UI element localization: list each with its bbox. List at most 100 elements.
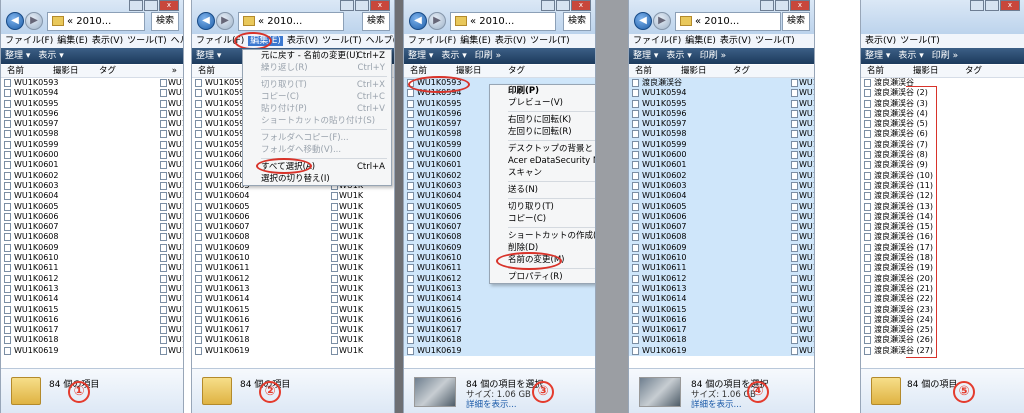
file-row[interactable]: WU1K0598 [629,129,814,140]
minimize-button[interactable] [340,0,354,11]
file-row[interactable]: WU1K0604 [1,191,183,201]
file-row[interactable]: WU1K0603 [1,181,183,191]
address-bar[interactable]: « 2010... [450,12,556,31]
file-row[interactable]: WU1K0608 [1,232,183,242]
file-row[interactable]: WU1K0614 [192,294,394,304]
organize-button[interactable]: 整理 ▾ [633,51,658,61]
column-date[interactable]: 撮影日 [456,65,482,77]
close-button[interactable]: x [571,0,591,11]
partial-file-row[interactable]: WU1K [157,253,183,263]
file-row[interactable]: WU1K0595 [1,99,183,109]
partial-file-row[interactable]: WU1K [157,284,183,294]
file-row[interactable]: 渡良瀬渓谷 (7) [861,140,1024,150]
partial-file-row[interactable]: WU1K [788,242,814,254]
file-row[interactable]: 渡良瀬渓谷 (5) [861,119,1024,129]
back-arrow-icon[interactable]: ◀ [634,12,652,30]
close-button[interactable]: x [159,0,179,11]
file-row[interactable]: WU1K0613 [629,283,814,295]
partial-file-row[interactable]: WU1K [788,201,814,212]
partial-file-row[interactable]: WU1K [788,232,814,243]
menu-tools[interactable]: ツール(T) [900,36,940,46]
file-row[interactable]: 渡良瀬渓谷 (15) [861,222,1024,232]
partial-file-row[interactable]: WU1K [157,88,183,98]
file-row[interactable]: WU1K0602 [629,170,814,181]
partial-file-row[interactable]: WU1K [157,243,183,253]
minimize-button[interactable] [129,0,143,11]
context-menu-item[interactable]: ショートカットの作成(S) [490,230,595,242]
file-row[interactable]: 渡良瀬渓谷 (3) [861,99,1024,109]
partial-file-row[interactable]: WU1K [788,160,814,171]
edit-menu-item[interactable]: コピー(C) Ctrl+C [243,91,391,103]
file-row[interactable]: 渡良瀬渓谷 (18) [861,253,1024,263]
file-row[interactable]: WU1K0608 [192,232,394,242]
file-row[interactable]: 渡良瀬渓谷 (17) [861,243,1024,253]
partial-file-row[interactable]: WU1K [328,202,363,212]
partial-file-row[interactable]: WU1K [328,243,363,253]
partial-file-row[interactable]: WU1K [157,274,183,284]
print-button[interactable]: 印刷 » [700,51,726,61]
context-menu-item[interactable]: スキャン [490,167,595,179]
column-name[interactable]: 名前 [635,65,652,77]
partial-file-row[interactable]: WU1K [157,191,183,201]
file-row[interactable]: WU1K0611 [192,263,394,273]
organize-button[interactable]: 整理 ▾ [196,51,221,61]
context-menu-item[interactable]: 印刷(P) [490,85,595,97]
partial-file-row[interactable]: WU1K [157,140,183,150]
partial-file-row[interactable]: WU1K [157,119,183,129]
partial-file-row[interactable]: WU1K [157,325,183,335]
menu-view[interactable]: 表示(V) [287,36,318,46]
partial-file-row[interactable]: WU1K [788,211,814,223]
file-row[interactable]: 渡良瀬渓谷 [629,78,814,89]
file-row[interactable]: WU1K0602 [1,171,183,181]
views-button[interactable]: 表示 ▾ [38,51,63,61]
search-box[interactable]: 検索 [151,12,179,31]
edit-menu-item[interactable]: 元に戻す - 名前の変更(U) Ctrl+Z [243,50,391,62]
file-row[interactable]: WU1K0599 [629,139,814,151]
context-menu-item[interactable]: プロパティ(R) [490,271,595,283]
context-menu-item[interactable]: プレビュー(V) [490,97,595,109]
file-row[interactable]: WU1K0611 [1,263,183,273]
column-tag[interactable]: タグ [965,65,982,77]
file-row[interactable]: 渡良瀬渓谷 (20) [861,274,1024,284]
file-row[interactable]: 渡良瀬渓谷 (11) [861,181,1024,191]
file-row[interactable]: WU1K0613 [1,284,183,294]
menu-file[interactable]: ファイル(F) [633,36,681,46]
file-row[interactable]: WU1K0607 [192,222,394,232]
edit-menu-item[interactable]: フォルダへ移動(V)... [243,144,391,156]
file-row[interactable]: WU1K0606 [1,212,183,222]
context-menu-item[interactable]: 左回りに回転(R) [490,126,595,138]
file-row[interactable]: 渡良瀬渓谷 (24) [861,315,1024,325]
file-row[interactable]: WU1K0609 [192,243,394,253]
minimize-button[interactable] [970,0,984,11]
minimize-button[interactable] [760,0,774,11]
back-arrow-icon[interactable]: ◀ [197,12,215,30]
partial-file-row[interactable]: WU1K [788,129,814,140]
partial-file-row[interactable]: WU1K [788,98,814,109]
forward-arrow-icon[interactable]: ▶ [653,12,671,30]
partial-file-row[interactable]: WU1K [157,160,183,170]
file-row[interactable]: WU1K0606 [629,211,814,223]
partial-file-row[interactable]: WU1K [328,274,363,284]
partial-file-row[interactable]: WU1K [788,304,814,315]
address-bar[interactable]: « 2010... [47,12,145,31]
context-menu-item[interactable]: Acer eDataSecurity Management [490,155,595,167]
column-name[interactable]: 名前 [867,65,884,77]
file-row[interactable]: WU1K0614 [404,294,595,305]
search-box[interactable]: 検索 [563,12,591,31]
file-row[interactable]: WU1K0616 [192,315,394,325]
file-row[interactable]: WU1K0605 [629,201,814,212]
partial-file-row[interactable]: WU1K [788,283,814,295]
back-arrow-icon[interactable]: ◀ [6,12,24,30]
close-button[interactable]: x [1000,0,1020,11]
address-bar[interactable]: « 2010... [238,12,344,31]
file-row[interactable]: WU1K0597 [1,119,183,129]
column-tag[interactable]: タグ [99,65,116,77]
file-row[interactable]: WU1K0618 [404,335,595,346]
file-row[interactable]: WU1K0612 [192,274,394,284]
file-row[interactable]: WU1K0607 [629,222,814,233]
partial-file-row[interactable]: WU1K [788,88,814,99]
file-row[interactable]: 渡良瀬渓谷 (23) [861,305,1024,315]
column-date[interactable]: 撮影日 [681,65,707,77]
partial-file-row[interactable]: WU1K [328,191,363,201]
file-row[interactable]: WU1K0619 [1,346,183,356]
